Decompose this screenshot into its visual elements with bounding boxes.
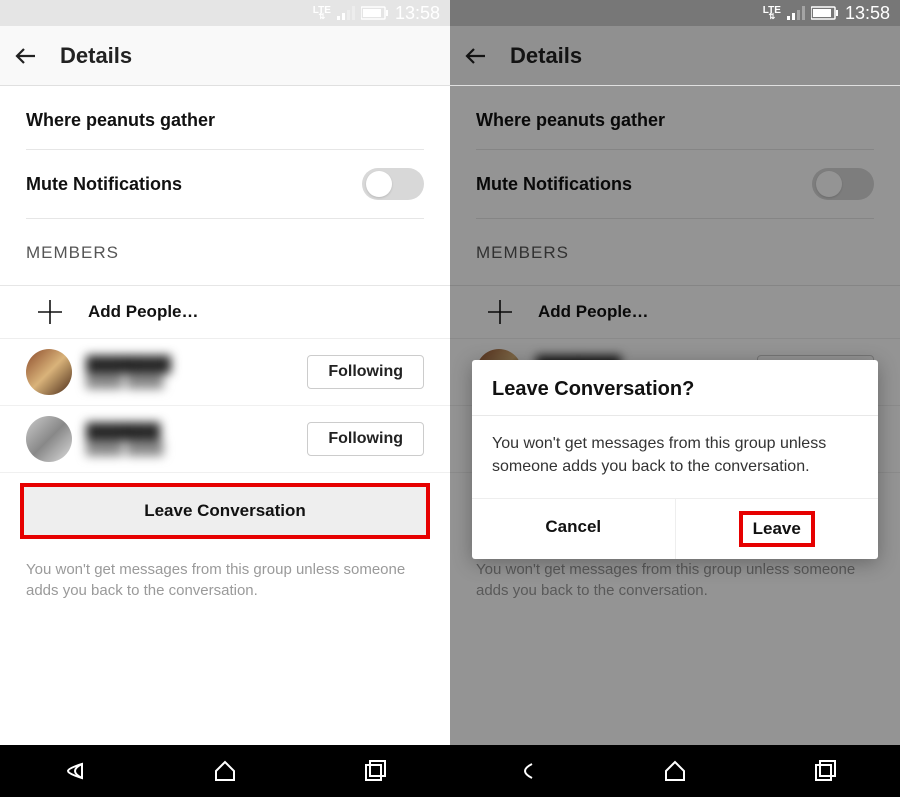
- plus-icon: [486, 298, 514, 326]
- dialog-cancel-button[interactable]: Cancel: [472, 499, 675, 559]
- android-nav-bar: [0, 745, 450, 797]
- add-people-row: Add People…: [450, 286, 900, 339]
- add-people-label: Add People…: [88, 302, 199, 322]
- leave-conversation-button[interactable]: Leave Conversation: [22, 485, 428, 537]
- header-bar: Details: [450, 26, 900, 86]
- android-nav-bar: [450, 745, 900, 797]
- dialog-body: You won't get messages from this group u…: [472, 416, 878, 498]
- header-bar: Details: [0, 26, 450, 86]
- battery-icon: [361, 6, 389, 20]
- add-people-row[interactable]: Add People…: [0, 286, 450, 339]
- nav-back-icon[interactable]: [62, 758, 88, 784]
- mute-toggle: [812, 168, 874, 200]
- avatar: [26, 349, 72, 395]
- clock: 13:58: [395, 3, 440, 24]
- toggle-knob: [366, 171, 392, 197]
- leave-footer-text: You won't get messages from this group u…: [0, 549, 450, 631]
- member-row[interactable]: ███████ ████ ████ Following: [0, 406, 450, 473]
- phone-left: LTE⇅ 13:58 Details Where peanuts gather: [0, 0, 450, 797]
- dialog-leave-button[interactable]: Leave: [675, 499, 879, 559]
- conversation-name: Where peanuts gather: [476, 110, 874, 131]
- mute-notifications-label: Mute Notifications: [476, 174, 632, 195]
- nav-back-icon[interactable]: [512, 758, 538, 784]
- members-section-header: MEMBERS: [26, 243, 424, 273]
- signal-icon: [337, 6, 355, 20]
- member-info: ████████ ████ ████: [86, 356, 293, 388]
- back-arrow-icon[interactable]: [464, 44, 488, 68]
- mute-notifications-label: Mute Notifications: [26, 174, 182, 195]
- details-body-dimmed: Where peanuts gather Mute Notifications …: [450, 86, 900, 745]
- clock: 13:58: [845, 3, 890, 24]
- toggle-knob: [816, 171, 842, 197]
- back-arrow-icon[interactable]: [14, 44, 38, 68]
- signal-icon: [787, 6, 805, 20]
- dialog-title: Leave Conversation?: [472, 360, 878, 416]
- network-lte-icon: LTE⇅: [763, 7, 781, 20]
- member-info: ███████ ████ ████: [86, 423, 293, 455]
- leave-footer-text: You won't get messages from this group u…: [450, 549, 900, 631]
- leave-confirmation-dialog: Leave Conversation? You won't get messag…: [472, 360, 878, 559]
- following-button[interactable]: Following: [307, 355, 424, 389]
- page-title: Details: [510, 43, 582, 69]
- conversation-name[interactable]: Where peanuts gather: [26, 110, 424, 131]
- nav-home-icon[interactable]: [662, 758, 688, 784]
- network-lte-icon: LTE⇅: [313, 7, 331, 20]
- members-section-header: MEMBERS: [476, 243, 874, 273]
- status-bar: LTE⇅ 13:58: [450, 0, 900, 26]
- nav-home-icon[interactable]: [212, 758, 238, 784]
- status-bar: LTE⇅ 13:58: [0, 0, 450, 26]
- nav-recent-icon[interactable]: [812, 758, 838, 784]
- battery-icon: [811, 6, 839, 20]
- page-title: Details: [60, 43, 132, 69]
- phone-right: LTE⇅ 13:58 Details Where peanuts gather: [450, 0, 900, 797]
- mute-toggle[interactable]: [362, 168, 424, 200]
- following-button[interactable]: Following: [307, 422, 424, 456]
- details-body: Where peanuts gather Mute Notifications …: [0, 86, 450, 745]
- avatar: [26, 416, 72, 462]
- nav-recent-icon[interactable]: [362, 758, 388, 784]
- add-people-label: Add People…: [538, 302, 649, 322]
- plus-icon: [36, 298, 64, 326]
- member-row[interactable]: ████████ ████ ████ Following: [0, 339, 450, 406]
